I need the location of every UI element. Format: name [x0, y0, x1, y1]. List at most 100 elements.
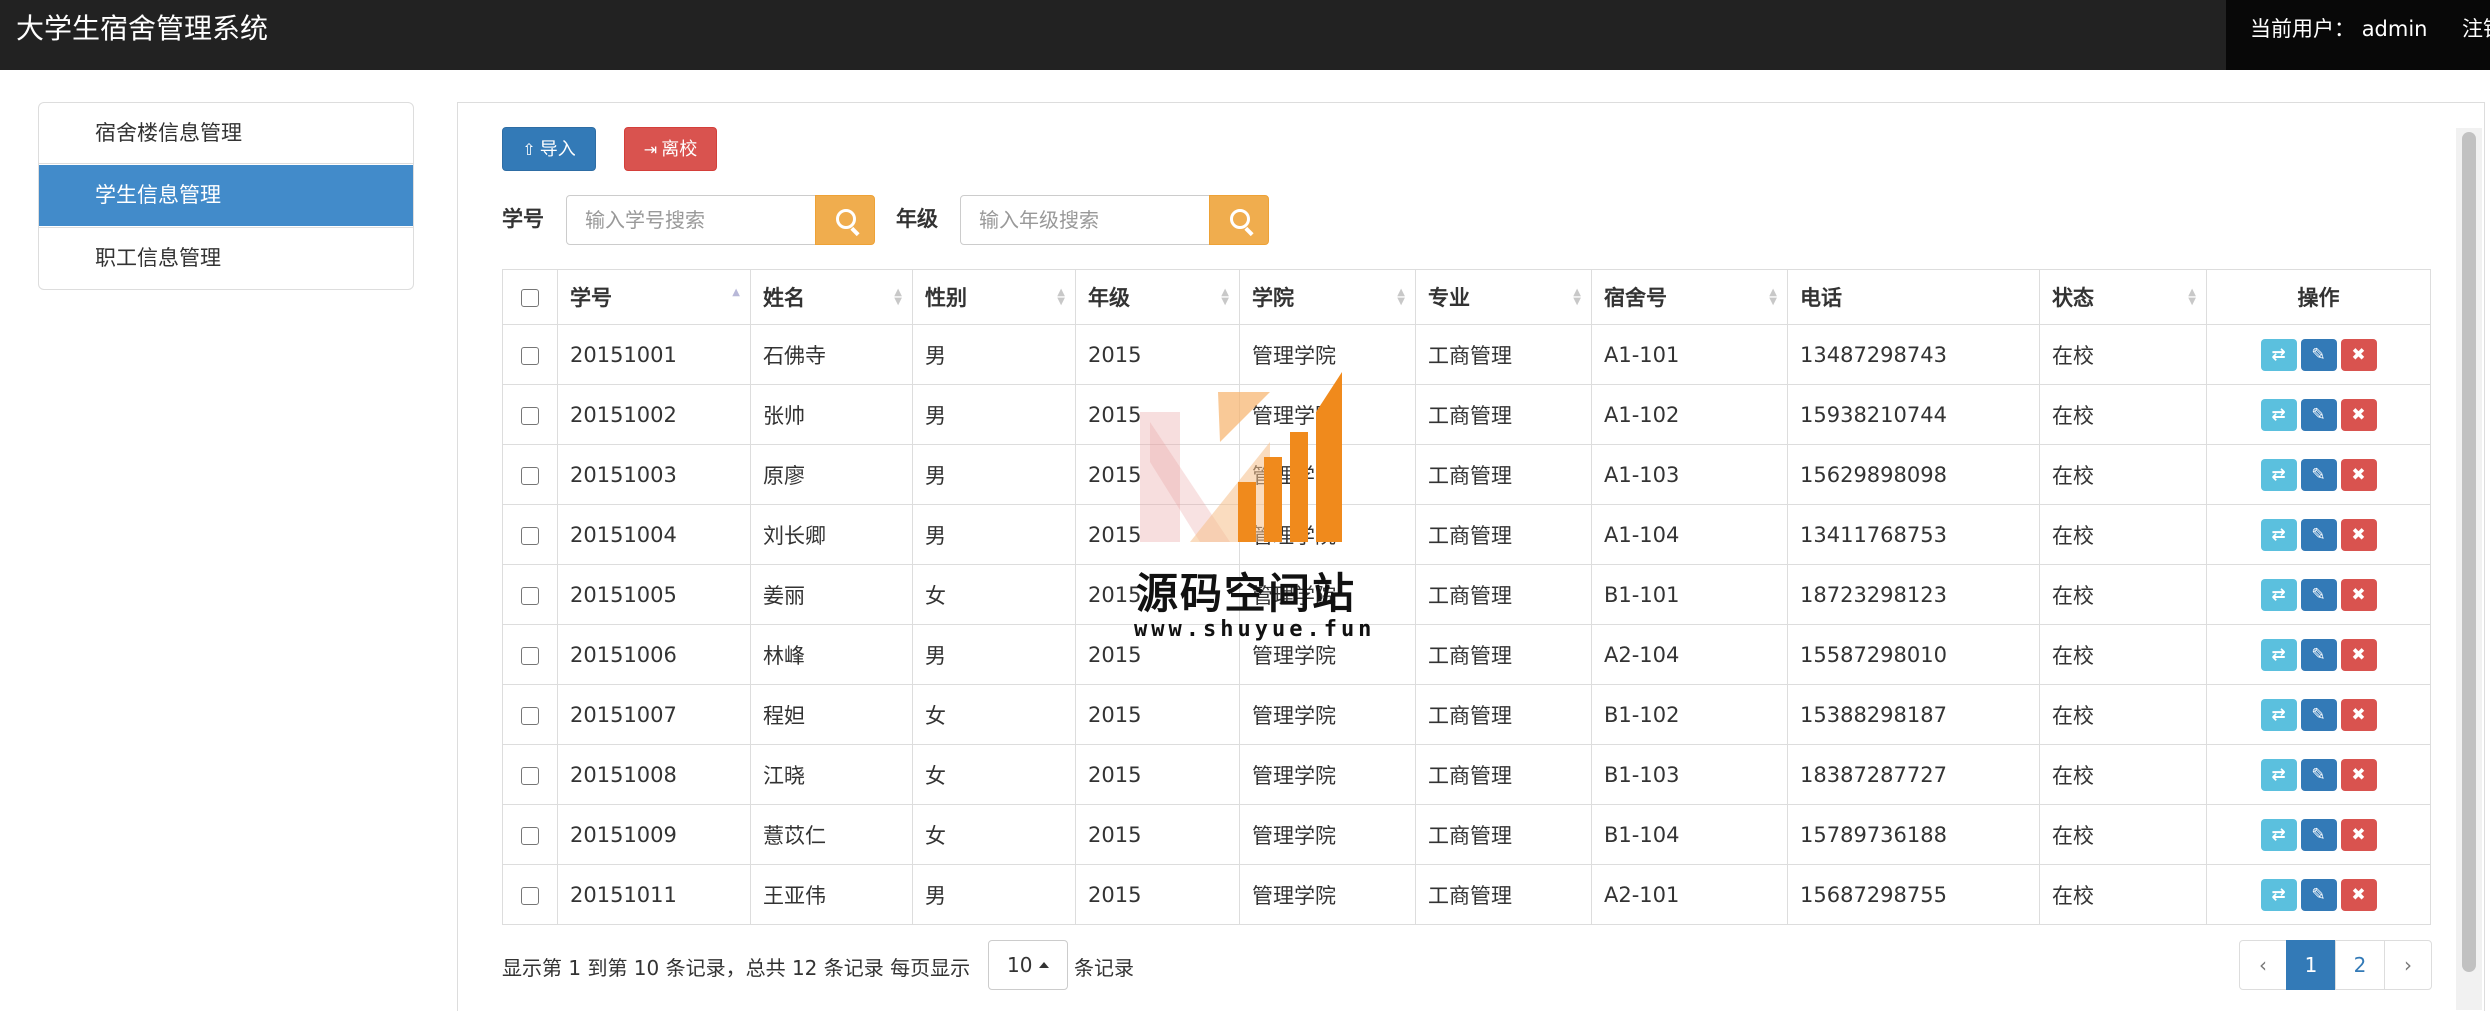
search-icon — [1230, 209, 1250, 229]
column-header-status[interactable]: 状态 ▲ ▼ — [2039, 269, 2207, 325]
cell-major: 工商管理 — [1415, 624, 1592, 685]
page-size-value: 10 — [1007, 953, 1033, 977]
logout-link[interactable]: 注销 — [2462, 0, 2490, 58]
pagination: ‹ 1 2 › — [2239, 940, 2432, 990]
row-actions: ⇄ ✎ ✖ — [2206, 684, 2431, 745]
row-actions: ⇄ ✎ ✖ — [2206, 324, 2431, 385]
delete-button[interactable]: ✖ — [2340, 458, 2377, 491]
grade-search-button[interactable] — [1209, 195, 1269, 245]
sign-out-icon: ⇥ — [643, 140, 658, 159]
delete-button[interactable]: ✖ — [2340, 698, 2377, 731]
delete-button[interactable]: ✖ — [2340, 398, 2377, 431]
table-row: 20151001 石佛寺 男 2015 管理学院 工商管理 A1-101 134… — [502, 324, 2431, 385]
edit-button[interactable]: ✎ — [2300, 338, 2337, 371]
delete-button[interactable]: ✖ — [2340, 578, 2377, 611]
column-header-gender[interactable]: 性别 ▲ ▼ — [912, 269, 1076, 325]
edit-button[interactable]: ✎ — [2300, 398, 2337, 431]
column-header-grade[interactable]: 年级 ▲ ▼ — [1075, 269, 1240, 325]
edit-button[interactable]: ✎ — [2300, 518, 2337, 551]
next-page-button[interactable]: › — [2384, 940, 2432, 990]
grade-search-input[interactable] — [960, 195, 1210, 245]
delete-button[interactable]: ✖ — [2340, 758, 2377, 791]
table-row: 20151008 江晓 女 2015 管理学院 工商管理 B1-103 1838… — [502, 744, 2431, 805]
column-header-major[interactable]: 专业 ▲ ▼ — [1415, 269, 1592, 325]
column-header-dorm[interactable]: 宿舍号 ▲ ▼ — [1591, 269, 1788, 325]
row-checkbox[interactable] — [521, 826, 539, 845]
cell-student-id: 20151011 — [557, 864, 751, 925]
cell-dorm: A1-103 — [1591, 444, 1788, 505]
table-header-row: 学号 ▲ 姓名 ▲ ▼ 性别 ▲ ▼ 年级 ▲ ▼ 学院 ▲ ▼ 专业 ▲ ▼ 宿舍号 ▲ ▼ 电话 状态… — [502, 269, 2431, 325]
row-checkbox[interactable] — [521, 526, 539, 545]
change-dorm-button[interactable]: ⇄ — [2260, 698, 2297, 731]
delete-button[interactable]: ✖ — [2340, 518, 2377, 551]
row-checkbox[interactable] — [521, 466, 539, 485]
delete-button[interactable]: ✖ — [2340, 878, 2377, 911]
page-button-1[interactable]: 1 — [2286, 940, 2336, 990]
retweet-icon: ⇄ — [2271, 884, 2286, 905]
edit-button[interactable]: ✎ — [2300, 818, 2337, 851]
cell-name: 石佛寺 — [750, 324, 913, 385]
student-id-search-input[interactable] — [566, 195, 816, 245]
row-checkbox[interactable] — [521, 886, 539, 905]
cell-name: 张帅 — [750, 384, 913, 445]
edit-button[interactable]: ✎ — [2300, 878, 2337, 911]
row-checkbox[interactable] — [521, 706, 539, 725]
cell-phone: 18387287727 — [1787, 744, 2040, 805]
edit-button[interactable]: ✎ — [2300, 698, 2337, 731]
row-actions: ⇄ ✎ ✖ — [2206, 504, 2431, 565]
scrollbar[interactable] — [2456, 128, 2482, 1010]
edit-button[interactable]: ✎ — [2300, 758, 2337, 791]
column-header-college[interactable]: 学院 ▲ ▼ — [1239, 269, 1416, 325]
scrollbar-thumb[interactable] — [2462, 132, 2476, 972]
cell-major: 工商管理 — [1415, 864, 1592, 925]
page-button-2[interactable]: 2 — [2335, 940, 2385, 990]
change-dorm-button[interactable]: ⇄ — [2260, 758, 2297, 791]
change-dorm-button[interactable]: ⇄ — [2260, 518, 2297, 551]
table-row: 20151005 姜丽 女 2015 管理学院 工商管理 B1-101 1872… — [502, 564, 2431, 625]
select-all-checkbox[interactable] — [521, 289, 539, 307]
delete-button[interactable]: ✖ — [2340, 818, 2377, 851]
edit-button[interactable]: ✎ — [2300, 578, 2337, 611]
cell-student-id: 20151007 — [557, 684, 751, 745]
sidebar-item-staff[interactable]: 职工信息管理 — [39, 227, 413, 289]
edit-button[interactable]: ✎ — [2300, 458, 2337, 491]
student-id-search-button[interactable] — [815, 195, 875, 245]
cell-phone: 13411768753 — [1787, 504, 2040, 565]
row-checkbox[interactable] — [521, 586, 539, 605]
import-button[interactable]: ⇧ 导入 — [502, 127, 596, 171]
delete-button[interactable]: ✖ — [2340, 638, 2377, 671]
column-header-label: 学号 — [570, 286, 612, 310]
remove-icon: ✖ — [2351, 764, 2366, 785]
delete-button[interactable]: ✖ — [2340, 338, 2377, 371]
cell-major: 工商管理 — [1415, 804, 1592, 865]
column-header-student-id[interactable]: 学号 ▲ — [557, 269, 751, 325]
cell-gender: 男 — [912, 624, 1076, 685]
edit-button[interactable]: ✎ — [2300, 638, 2337, 671]
table-row: 20151004 刘长卿 男 2015 管理学院 工商管理 A1-104 134… — [502, 504, 2431, 565]
leave-school-button[interactable]: ⇥ 离校 — [624, 127, 717, 171]
change-dorm-button[interactable]: ⇄ — [2260, 638, 2297, 671]
leave-button-label: 离校 — [661, 139, 698, 160]
cell-status: 在校 — [2039, 324, 2207, 385]
page-size-dropdown[interactable]: 10 — [988, 940, 1068, 990]
row-checkbox[interactable] — [521, 646, 539, 665]
row-checkbox[interactable] — [521, 346, 539, 365]
row-checkbox[interactable] — [521, 406, 539, 425]
change-dorm-button[interactable]: ⇄ — [2260, 458, 2297, 491]
column-header-phone: 电话 — [1787, 269, 2040, 325]
change-dorm-button[interactable]: ⇄ — [2260, 338, 2297, 371]
caret-up-icon — [1039, 962, 1049, 968]
retweet-icon: ⇄ — [2271, 764, 2286, 785]
column-header-name[interactable]: 姓名 ▲ ▼ — [750, 269, 913, 325]
change-dorm-button[interactable]: ⇄ — [2260, 878, 2297, 911]
sidebar-item-dorm-buildings[interactable]: 宿舍楼信息管理 — [39, 103, 413, 164]
pencil-icon: ✎ — [2311, 464, 2326, 485]
row-actions: ⇄ ✎ ✖ — [2206, 804, 2431, 865]
remove-icon: ✖ — [2351, 464, 2366, 485]
change-dorm-button[interactable]: ⇄ — [2260, 578, 2297, 611]
prev-page-button[interactable]: ‹ — [2239, 940, 2287, 990]
change-dorm-button[interactable]: ⇄ — [2260, 398, 2297, 431]
row-checkbox[interactable] — [521, 766, 539, 785]
change-dorm-button[interactable]: ⇄ — [2260, 818, 2297, 851]
sidebar-item-students[interactable]: 学生信息管理 — [39, 165, 413, 226]
